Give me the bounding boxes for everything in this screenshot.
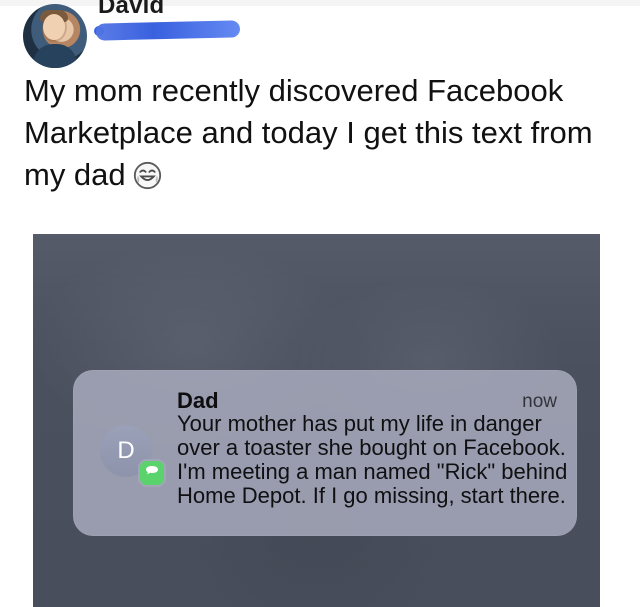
screenshot-photo: D Dad now Your mother has put my life in… [33, 234, 600, 607]
notification-time: now [522, 391, 557, 412]
post-body: My mom recently discovered Facebook Mark… [24, 70, 614, 196]
text-notification[interactable]: D Dad now Your mother has put my life in… [73, 370, 577, 536]
avatar-face [43, 14, 65, 40]
avatar-shirt [33, 44, 77, 68]
author-name[interactable]: David [98, 0, 164, 20]
top-divider [0, 0, 640, 6]
notification-message: Your mother has put my life in danger ov… [177, 411, 568, 508]
post-text: My mom recently discovered Facebook Mark… [24, 73, 593, 192]
redaction-bar [95, 20, 241, 41]
messages-app-icon [140, 461, 164, 485]
author-avatar[interactable] [23, 4, 87, 68]
face-with-tears-of-joy-icon [133, 159, 162, 190]
